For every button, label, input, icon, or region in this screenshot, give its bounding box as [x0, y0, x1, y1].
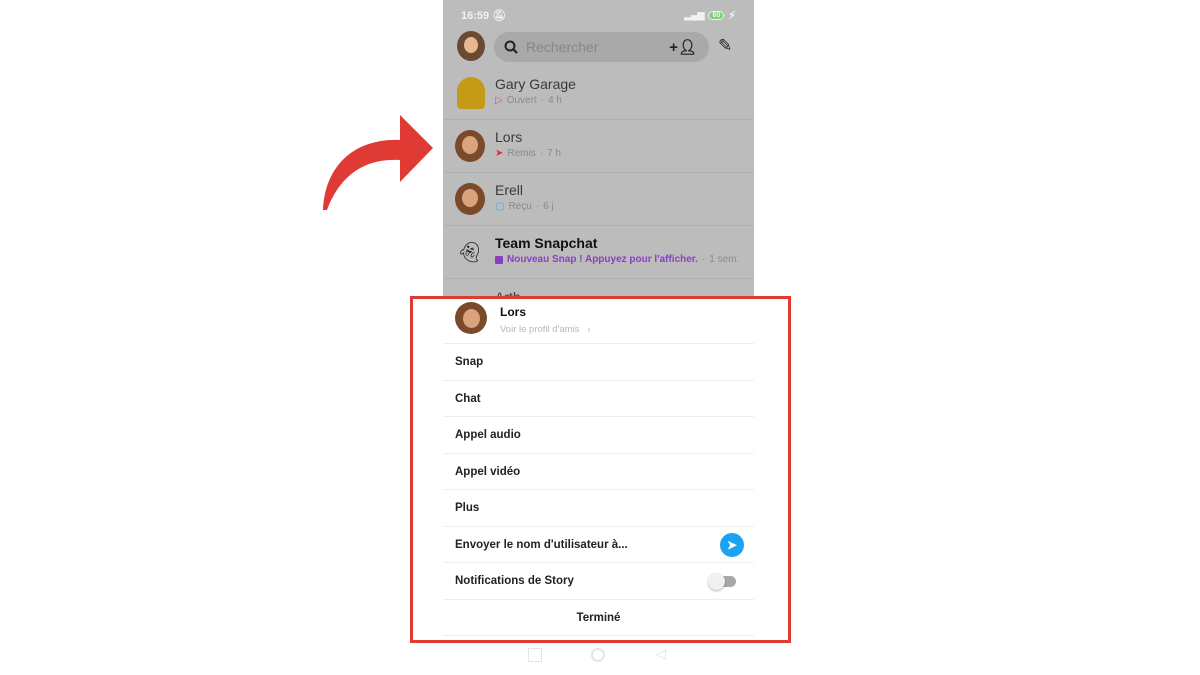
add-friend-icon[interactable]: +👤︎ — [669, 38, 697, 56]
chat-status: Remis — [507, 148, 536, 159]
highlight-frame — [410, 296, 791, 643]
chat-row-team-snapchat[interactable]: 👻︎ Team Snapchat Nouveau Snap ! Appuyez … — [443, 226, 754, 279]
search-icon — [504, 40, 518, 54]
delivered-icon: ➤ — [495, 148, 504, 159]
chat-name: Lors — [495, 129, 523, 145]
my-avatar[interactable] — [457, 31, 485, 61]
chat-screen: 16:59 🔕︎ ▂▄▆ 60 ⚡︎ Rechercher +👤︎ ✎ Gary … — [443, 0, 754, 297]
avatar — [455, 183, 485, 215]
avatar — [455, 130, 485, 162]
chat-name: Erell — [495, 182, 524, 198]
search-placeholder: Rechercher — [526, 39, 599, 55]
chat-time: 4 h — [548, 95, 562, 106]
status-bar: 16:59 🔕︎ ▂▄▆ 60 ⚡︎ — [461, 8, 736, 22]
ghost-icon: 👻︎ — [457, 242, 483, 264]
opened-icon: ▷ — [495, 95, 503, 106]
chat-name: Gary Garage — [495, 76, 576, 92]
chat-time: 1 sem. — [709, 254, 740, 265]
clock: 16:59 — [461, 9, 490, 22]
search-input[interactable]: Rechercher +👤︎ — [494, 32, 709, 62]
avatar — [457, 77, 485, 109]
signal-icon: ▂▄▆ — [684, 9, 705, 20]
chat-status: Nouveau Snap ! Appuyez pour l'afficher. — [507, 254, 698, 265]
chat-row-arth[interactable]: Arth — [443, 280, 754, 297]
charging-icon: ⚡︎ — [728, 9, 736, 22]
chat-name: Team Snapchat — [495, 235, 598, 251]
new-chat-icon[interactable]: ✎ — [718, 36, 732, 56]
chat-row-gary[interactable]: Gary Garage ▷ Ouvert · 4 h — [443, 67, 754, 120]
curved-arrow-annotation — [323, 115, 433, 210]
chat-status: Reçu — [508, 201, 532, 212]
chat-time: 7 h — [547, 148, 561, 159]
back-button[interactable]: ◁ — [656, 646, 670, 661]
chat-row-lors[interactable]: Lors ➤ Remis · 7 h — [443, 120, 754, 173]
chat-row-erell[interactable]: Erell ▢ Reçu · 6 j — [443, 173, 754, 226]
home-button[interactable] — [591, 648, 605, 662]
chat-time: 6 j — [543, 201, 554, 212]
recent-apps-button[interactable] — [528, 648, 542, 662]
alarm-off-icon: 🔕︎ — [492, 9, 507, 22]
new-snap-icon — [495, 255, 503, 264]
chat-status: Ouvert — [506, 95, 537, 106]
battery-icon: 60 — [708, 10, 725, 20]
received-icon: ▢ — [495, 201, 505, 212]
